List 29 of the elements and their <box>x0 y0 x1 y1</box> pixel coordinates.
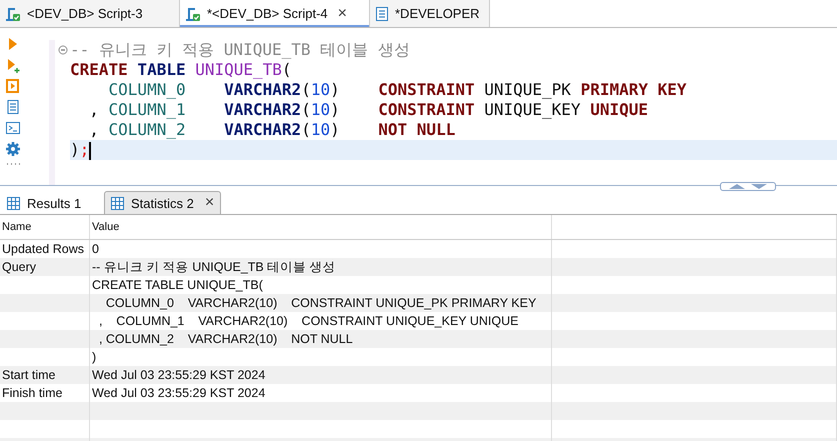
splitter-handle[interactable] <box>720 182 776 191</box>
settings-icon[interactable] <box>4 141 20 157</box>
grid-icon <box>7 196 20 210</box>
code-line: COLUMN_0 VARCHAR2(10) CONSTRAINT UNIQUE_PK PRIMARY KEY <box>108 80 688 100</box>
script-play-icon[interactable] <box>4 78 20 94</box>
code-line: , COLUMN_1 VARCHAR2(10) CONSTRAINT UNIQUE_KEY UNIQUE <box>88 100 649 120</box>
tab-label: *DEVELOPER <box>395 6 480 21</box>
column-header: Value <box>90 215 552 239</box>
collapse-icon[interactable] <box>58 45 68 55</box>
code-line: , COLUMN_2 VARCHAR2(10) NOT NULL <box>88 120 456 140</box>
editor-tab[interactable]: *<DEV_DB> Script-4 × <box>180 0 370 27</box>
close-icon[interactable]: × <box>204 194 214 212</box>
tab-label: Statistics 2 <box>131 196 194 210</box>
result-tab[interactable]: Statistics 2 × <box>104 191 222 214</box>
tab-label: <DEV_DB> Script-3 <box>27 6 143 21</box>
tab-label: *<DEV_DB> Script-4 <box>207 6 328 21</box>
terminal-icon[interactable] <box>4 120 20 136</box>
document-icon[interactable] <box>4 99 20 115</box>
editor-tab[interactable]: <DEV_DB> Script-3 <box>0 0 180 27</box>
script-icon <box>185 6 201 22</box>
script-icon <box>5 6 21 22</box>
close-icon[interactable]: × <box>338 4 348 22</box>
editor-tab[interactable]: *DEVELOPER <box>370 0 490 27</box>
code-line: -- 유니크 키 적용 UNIQUE_TB 테이블 생성 <box>70 40 411 60</box>
document-icon <box>375 6 389 22</box>
tab-label: Results 1 <box>27 196 82 210</box>
grid-icon <box>111 196 124 210</box>
column-header: Name <box>0 215 90 239</box>
code-line: CREATE TABLE UNIQUE_TB( <box>70 60 293 80</box>
